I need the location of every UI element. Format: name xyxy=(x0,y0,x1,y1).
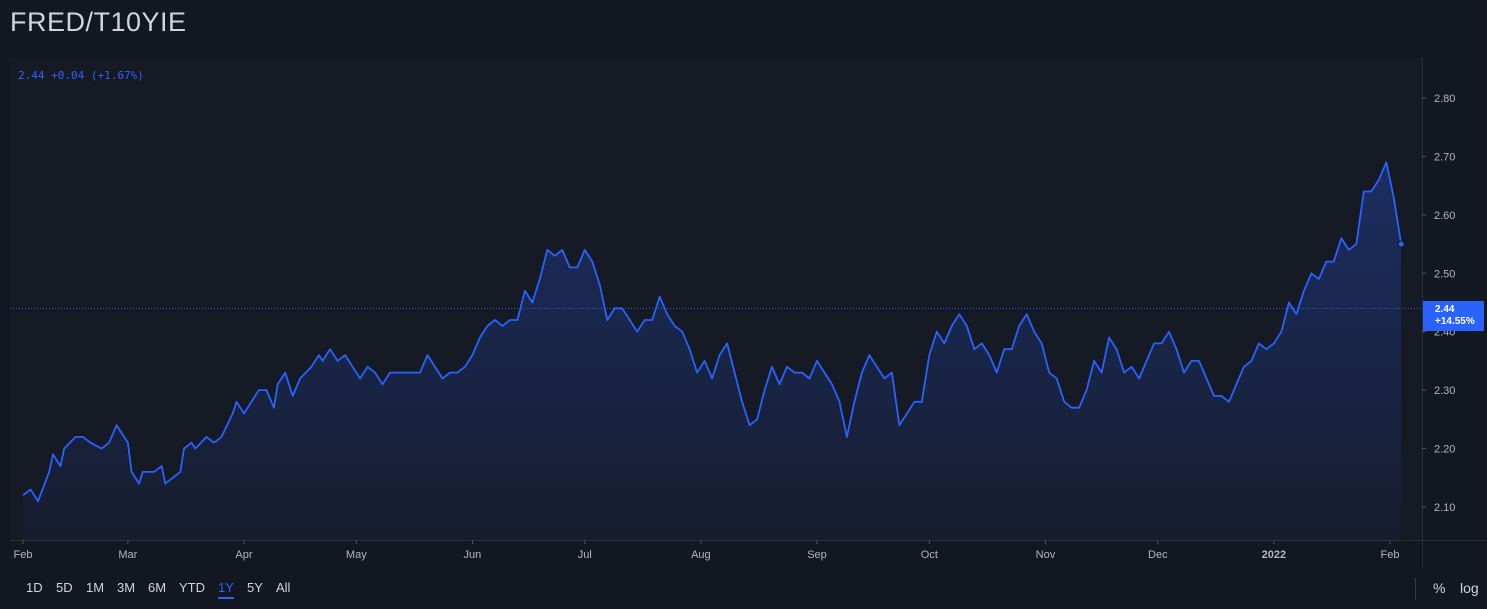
x-tick-label: Jun xyxy=(464,549,482,561)
last-price-tag: 2.44 +14.55% xyxy=(1423,301,1484,331)
y-tick-label: 2.10 xyxy=(1434,502,1455,514)
range-button-1m[interactable]: 1M xyxy=(86,580,104,596)
log-scale-button[interactable]: log xyxy=(1460,580,1479,596)
range-button-all[interactable]: All xyxy=(276,580,290,596)
range-toolbar: 1D 5D 1M 3M 6M YTD 1Y 5Y All % log xyxy=(10,569,1487,609)
chart-app: FRED/T10YIE 2.10 2.20 2.30 2.40 2.50 2.60 2.70… xyxy=(0,0,1487,609)
price-axis-pane xyxy=(1422,58,1487,540)
last-price-value: 2.44 xyxy=(1435,304,1455,315)
x-tick-label: May xyxy=(346,549,367,561)
legend-change-pct: (+1.67%) xyxy=(90,69,144,82)
x-tick-label: Mar xyxy=(118,549,137,561)
x-tick-label: Oct xyxy=(921,549,938,561)
y-tick-label: 2.80 xyxy=(1434,93,1455,105)
x-tick-label: Apr xyxy=(235,549,252,561)
x-tick-label: 2022 xyxy=(1262,549,1286,561)
x-tick-label: Feb xyxy=(1381,549,1400,561)
x-tick-label: Jul xyxy=(578,549,592,561)
chart-canvas[interactable]: 2.102.202.302.402.502.602.702.80 Feb Mar A… xyxy=(0,0,1487,569)
legend-change: +0.04 xyxy=(51,69,85,82)
x-tick-label: Aug xyxy=(691,549,711,561)
y-tick-label: 2.20 xyxy=(1434,444,1455,456)
toolbar-divider xyxy=(1415,578,1416,600)
range-button-1d[interactable]: 1D xyxy=(26,580,43,596)
percent-scale-button[interactable]: % xyxy=(1433,580,1445,596)
y-tick-label: 2.60 xyxy=(1434,210,1455,222)
x-tick-label: Nov xyxy=(1036,549,1056,561)
x-tick-label: Dec xyxy=(1148,549,1168,561)
y-tick-label: 2.50 xyxy=(1434,268,1455,280)
last-price-change: +14.55% xyxy=(1435,316,1475,327)
y-tick-label: 2.70 xyxy=(1434,151,1455,163)
range-button-6m[interactable]: 6M xyxy=(148,580,166,596)
y-tick-label: 2.30 xyxy=(1434,385,1455,397)
legend-value: 2.44 xyxy=(18,69,45,82)
range-button-1y[interactable]: 1Y xyxy=(218,580,234,599)
legend: 2.44 +0.04 (+1.67%) xyxy=(18,69,144,82)
range-button-3m[interactable]: 3M xyxy=(117,580,135,596)
x-tick-label: Feb xyxy=(14,549,33,561)
range-button-5y[interactable]: 5Y xyxy=(247,580,263,596)
x-tick-label: Sep xyxy=(807,549,827,561)
last-point-marker xyxy=(1397,240,1405,248)
range-button-5d[interactable]: 5D xyxy=(56,580,73,596)
range-button-ytd[interactable]: YTD xyxy=(179,580,205,596)
